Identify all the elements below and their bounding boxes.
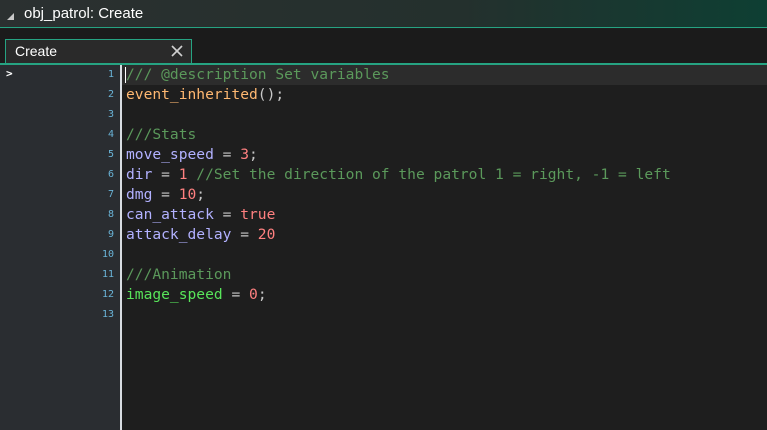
line-number: 7 bbox=[107, 189, 114, 200]
code-line-11: ///Animation bbox=[126, 265, 671, 285]
operator: = bbox=[213, 206, 241, 223]
variable: dmg bbox=[126, 186, 153, 203]
code-editor[interactable]: /// @description Set variables event_inh… bbox=[126, 65, 671, 325]
line-number: 4 bbox=[107, 129, 114, 140]
line-number: 9 bbox=[107, 229, 114, 240]
text-caret bbox=[125, 67, 126, 83]
punctuation: (); bbox=[257, 86, 285, 103]
code-line-4: ///Stats bbox=[126, 125, 671, 145]
code-line-2: event_inherited(); bbox=[126, 85, 671, 105]
line-number: 12 bbox=[101, 289, 114, 300]
collapse-triangle-icon[interactable] bbox=[7, 13, 14, 20]
comment: /// @description Set variables bbox=[126, 66, 390, 83]
punctuation: ; bbox=[249, 146, 258, 163]
keyword: true bbox=[240, 206, 276, 223]
line-number: 5 bbox=[107, 149, 114, 160]
line-number: 6 bbox=[107, 169, 114, 180]
number: 20 bbox=[257, 226, 276, 243]
number: 0 bbox=[249, 286, 258, 303]
window-titlebar[interactable]: obj_patrol: Create bbox=[0, 0, 767, 28]
variable: move_speed bbox=[126, 146, 214, 163]
operator: = bbox=[222, 286, 250, 303]
tab-strip: Create bbox=[0, 29, 767, 63]
punctuation: ; bbox=[196, 186, 206, 203]
line-number: 2 bbox=[107, 89, 114, 100]
builtin-variable: image_speed bbox=[126, 286, 223, 303]
line-number: 11 bbox=[101, 269, 114, 280]
line-number: 10 bbox=[101, 249, 114, 260]
tab-create[interactable]: Create bbox=[5, 39, 192, 63]
gutter-separator bbox=[120, 65, 122, 430]
variable: dir bbox=[126, 166, 153, 183]
comment: ///Stats bbox=[126, 126, 197, 143]
number: 10 bbox=[178, 186, 197, 203]
code-line-6: dir = 1 //Set the direction of the patro… bbox=[126, 165, 671, 185]
operator: = bbox=[152, 186, 179, 203]
line-number: 1 bbox=[107, 69, 114, 80]
code-line-9: attack_delay = 20 bbox=[126, 225, 671, 245]
code-line-1: /// @description Set variables bbox=[126, 65, 671, 85]
tab-label: Create bbox=[15, 43, 58, 59]
code-line-12: image_speed = 0; bbox=[126, 285, 671, 305]
comment: //Set the direction of the patrol 1 = ri… bbox=[187, 166, 671, 183]
comment: ///Animation bbox=[126, 266, 232, 283]
operator: = bbox=[152, 166, 179, 183]
variable: can_attack bbox=[126, 206, 214, 223]
line-number: 3 bbox=[107, 109, 114, 120]
fold-arrow-icon[interactable]: > bbox=[6, 67, 13, 80]
variable: attack_delay bbox=[126, 226, 232, 243]
close-icon[interactable] bbox=[170, 44, 184, 58]
punctuation: ; bbox=[257, 286, 267, 303]
code-line-7: dmg = 10; bbox=[126, 185, 671, 205]
window-title: obj_patrol: Create bbox=[24, 5, 144, 22]
line-number: 8 bbox=[107, 209, 114, 220]
code-line-5: move_speed = 3; bbox=[126, 145, 671, 165]
operator: = bbox=[231, 226, 258, 243]
operator: = bbox=[213, 146, 241, 163]
number: 1 bbox=[178, 166, 188, 183]
number: 3 bbox=[240, 146, 250, 163]
function-call: event_inherited bbox=[126, 86, 258, 103]
code-line-8: can_attack = true bbox=[126, 205, 671, 225]
line-number: 13 bbox=[101, 309, 114, 320]
